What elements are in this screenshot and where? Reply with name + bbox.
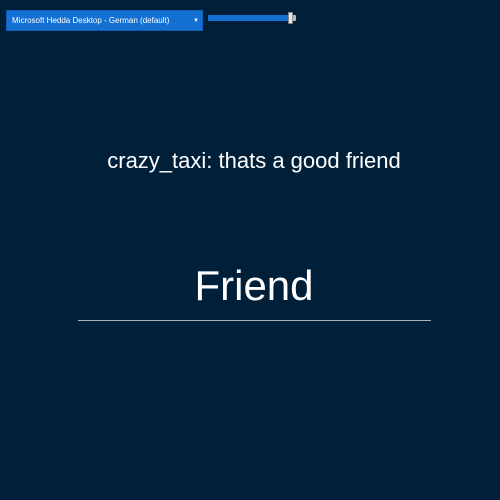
divider: [78, 320, 431, 321]
spoken-word: Friend: [194, 262, 314, 309]
chat-message: crazy_taxi: thats a good friend: [107, 148, 401, 173]
slider-thumb[interactable]: [288, 12, 293, 24]
rate-slider[interactable]: [208, 12, 298, 24]
slider-fill: [208, 15, 288, 21]
voice-select[interactable]: Microsoft Hedda Desktop - German (defaul…: [6, 10, 203, 31]
voice-select-value: Microsoft Hedda Desktop - German (defaul…: [12, 16, 170, 25]
chevron-down-icon: ▼: [193, 17, 199, 24]
